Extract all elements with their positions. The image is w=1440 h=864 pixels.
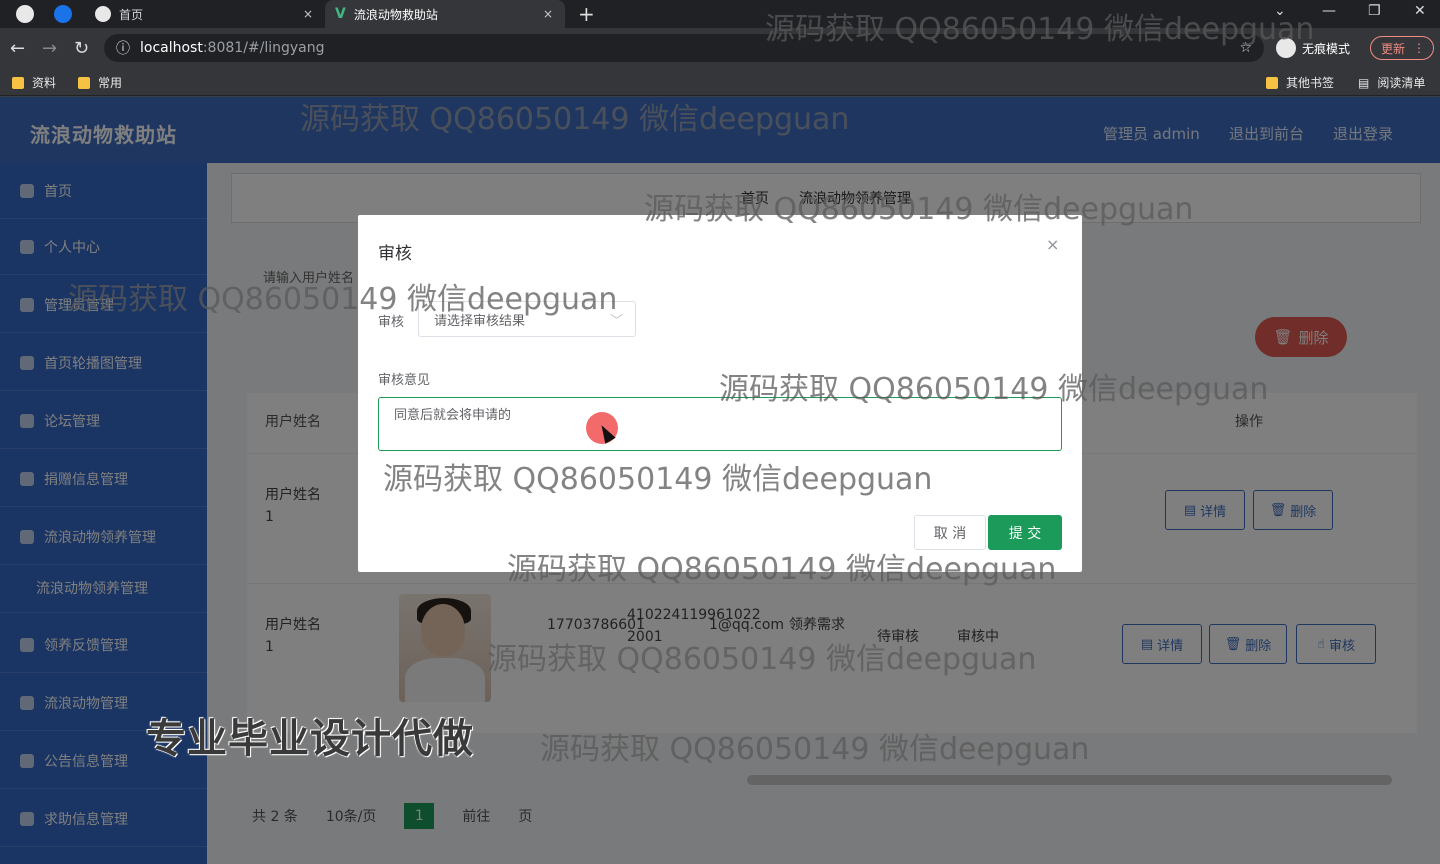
new-tab-button[interactable]: + — [578, 2, 595, 26]
opinion-label: 审核意见 — [378, 373, 431, 388]
url-path: :8081/#/lingyang — [202, 40, 325, 56]
audit-label: 审核 — [378, 315, 405, 330]
restore-button[interactable]: ❐ — [1368, 3, 1381, 19]
audit-result-select[interactable]: 请选择审核结果 ﹀ — [418, 301, 636, 337]
bookmark-label: 常用 — [98, 76, 123, 90]
folder-icon — [1266, 76, 1278, 89]
tab-app[interactable]: V 流浪动物救助站 × — [325, 0, 565, 28]
folder-icon — [12, 76, 24, 89]
bookmark-label: 资料 — [32, 76, 57, 90]
reload-icon[interactable]: ↻ — [74, 38, 89, 59]
reading-list-icon: ▤ — [1358, 75, 1370, 90]
tab-close-icon[interactable]: × — [303, 7, 313, 21]
bookmark-folder[interactable]: 其他书签 — [1266, 74, 1334, 91]
reading-list[interactable]: ▤ 阅读清单 — [1358, 74, 1425, 91]
url-host: localhost — [140, 40, 203, 56]
dialog-title: 审核 — [378, 244, 412, 264]
incognito-label: 无痕模式 — [1302, 41, 1351, 56]
close-icon[interactable]: × — [1046, 235, 1059, 254]
vue-logo-icon: V — [335, 6, 346, 22]
minimize-button[interactable]: — — [1322, 3, 1336, 19]
menu-dots-icon: ⋮ — [1413, 41, 1425, 55]
select-placeholder: 请选择审核结果 — [434, 313, 526, 329]
incognito-icon — [1276, 38, 1296, 58]
address-toolbar: ← → ↻ ⓘ localhost:8081/#/lingyang ☆ 无痕模式… — [0, 28, 1440, 68]
pinned-tab-icon[interactable] — [16, 5, 34, 23]
bookmark-star-icon[interactable]: ☆ — [1239, 40, 1252, 56]
folder-icon — [78, 76, 90, 89]
chevron-down-icon: ﹀ — [609, 314, 623, 329]
pinned-tab-icon-2[interactable] — [54, 5, 72, 23]
bookmark-label: 阅读清单 — [1377, 76, 1426, 90]
bookmark-folder[interactable]: 常用 — [78, 74, 122, 91]
opinion-textarea[interactable]: 同意后就会将申请的 — [378, 397, 1062, 451]
update-button[interactable]: 更新 ⋮ — [1370, 36, 1434, 60]
tab-close-icon[interactable]: × — [543, 7, 553, 21]
url-input[interactable]: ⓘ localhost:8081/#/lingyang ☆ — [104, 34, 1264, 62]
tab-search-icon[interactable]: ⌄ — [1274, 3, 1286, 19]
incognito-indicator[interactable]: 无痕模式 — [1276, 36, 1350, 60]
tab-title: 首页 — [119, 7, 144, 22]
update-label: 更新 — [1381, 41, 1406, 56]
audit-dialog: 审核 × 审核 请选择审核结果 ﹀ 审核意见 同意后就会将申请的 取 消 提 交 — [358, 215, 1082, 572]
browser-tabbar: 首页 × V 流浪动物救助站 × + ⌄ — ❐ ✕ — [0, 0, 1440, 28]
back-icon[interactable]: ← — [10, 38, 25, 59]
bookmark-folder[interactable]: 资料 — [12, 74, 56, 91]
forward-icon[interactable]: → — [42, 38, 57, 59]
tab-title: 流浪动物救助站 — [353, 7, 438, 22]
cancel-button[interactable]: 取 消 — [914, 515, 986, 550]
bookmark-label: 其他书签 — [1286, 76, 1335, 90]
watermark-banner: 专业毕业设计代做 — [146, 716, 474, 762]
close-window-button[interactable]: ✕ — [1414, 3, 1426, 19]
tab-home[interactable]: 首页 × — [85, 0, 325, 28]
submit-button[interactable]: 提 交 — [988, 515, 1062, 550]
bookmarks-bar: 资料 常用 其他书签 ▤ 阅读清单 — [0, 68, 1440, 96]
info-icon: ⓘ — [116, 41, 130, 57]
globe-icon — [95, 6, 111, 22]
